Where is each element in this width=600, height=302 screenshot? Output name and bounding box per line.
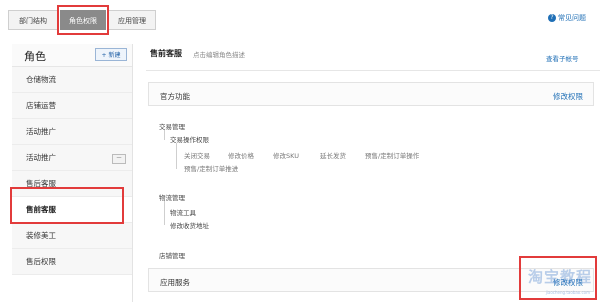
tree-connector: [176, 143, 177, 169]
perm-modify-price[interactable]: 修改价格: [228, 150, 254, 160]
new-role-button[interactable]: + 新建: [95, 48, 127, 61]
perm-modify-address[interactable]: 修改收货地址: [170, 220, 209, 230]
official-functions-label: 官方功能: [160, 92, 190, 101]
perm-close-trade[interactable]: 关闭交易: [184, 150, 210, 160]
sidebar-item-promotion[interactable]: 活动推广: [12, 119, 132, 145]
sidebar-item-label: 店铺运营: [26, 101, 56, 110]
tree-connector: [164, 201, 165, 225]
sidebar-item-shop-ops[interactable]: 店铺运营: [12, 93, 132, 119]
logistics-group-label: 物流管理: [159, 194, 185, 202]
collapse-icon[interactable]: 一: [112, 154, 126, 164]
perm-logistics-tools[interactable]: 物流工具: [170, 207, 196, 217]
help-label: 常见问题: [558, 14, 586, 22]
tree-connector: [164, 130, 165, 140]
official-functions-section: 官方功能 修改权限: [148, 82, 594, 106]
sidebar-title: 角色: [24, 50, 46, 63]
trade-group-label: 交易管理: [159, 123, 185, 131]
sidebar-item-after-sales-perm[interactable]: 售后权限: [12, 249, 132, 275]
highlight-role-tab: [57, 5, 109, 35]
shop-group-label: 店铺管理: [159, 252, 185, 260]
perm-extend-shipping[interactable]: 延长发货: [320, 150, 346, 160]
perm-presale-order-op[interactable]: 预售/定制订单操作: [365, 150, 419, 160]
sidebar-item-label: 活动推广: [26, 127, 56, 136]
header-divider: [146, 70, 600, 71]
watermark-logo: 淘宝教程: [527, 268, 592, 286]
sidebar-item-label: 装修美工: [26, 231, 56, 240]
highlight-selected-role: [10, 187, 124, 224]
role-sidebar: 角色 + 新建 仓储物流 店铺运营 活动推广 活动推广一 售后客服 售前客服 装…: [12, 44, 133, 302]
sidebar-item-label: 售后权限: [26, 257, 56, 266]
sidebar-item-design[interactable]: 装修美工: [12, 223, 132, 249]
sidebar-item-label: 活动推广: [26, 153, 56, 162]
view-subaccount-link[interactable]: 查看子帐号: [546, 53, 579, 63]
sidebar-item-label: 仓储物流: [26, 75, 56, 84]
watermark-url: jiaocheng.taobao.com: [545, 290, 590, 295]
sidebar-header: 角色 + 新建: [12, 44, 132, 67]
tab-department[interactable]: 部门结构: [8, 10, 58, 30]
tab-app-management[interactable]: 应用管理: [108, 10, 156, 30]
role-description-edit[interactable]: 点击编辑角色描述: [193, 49, 245, 59]
perm-modify-sku[interactable]: 修改SKU: [273, 150, 299, 160]
sidebar-item-warehouse[interactable]: 仓储物流: [12, 67, 132, 93]
app-services-label: 应用服务: [160, 278, 190, 287]
question-icon: ?: [548, 14, 556, 22]
permission-tree: 交易管理 交易操作权限 关闭交易 修改价格 修改SKU 延长发货 预售/定制订单…: [148, 108, 594, 268]
help-link[interactable]: ? 常见问题: [548, 13, 586, 23]
sidebar-item-promotion-2[interactable]: 活动推广 一: [12, 145, 132, 171]
edit-official-permissions-link[interactable]: 修改权限: [553, 91, 583, 102]
page-title: 售前客服: [150, 49, 182, 58]
perm-presale-order-advance[interactable]: 预售/定制订单推进: [184, 163, 238, 173]
